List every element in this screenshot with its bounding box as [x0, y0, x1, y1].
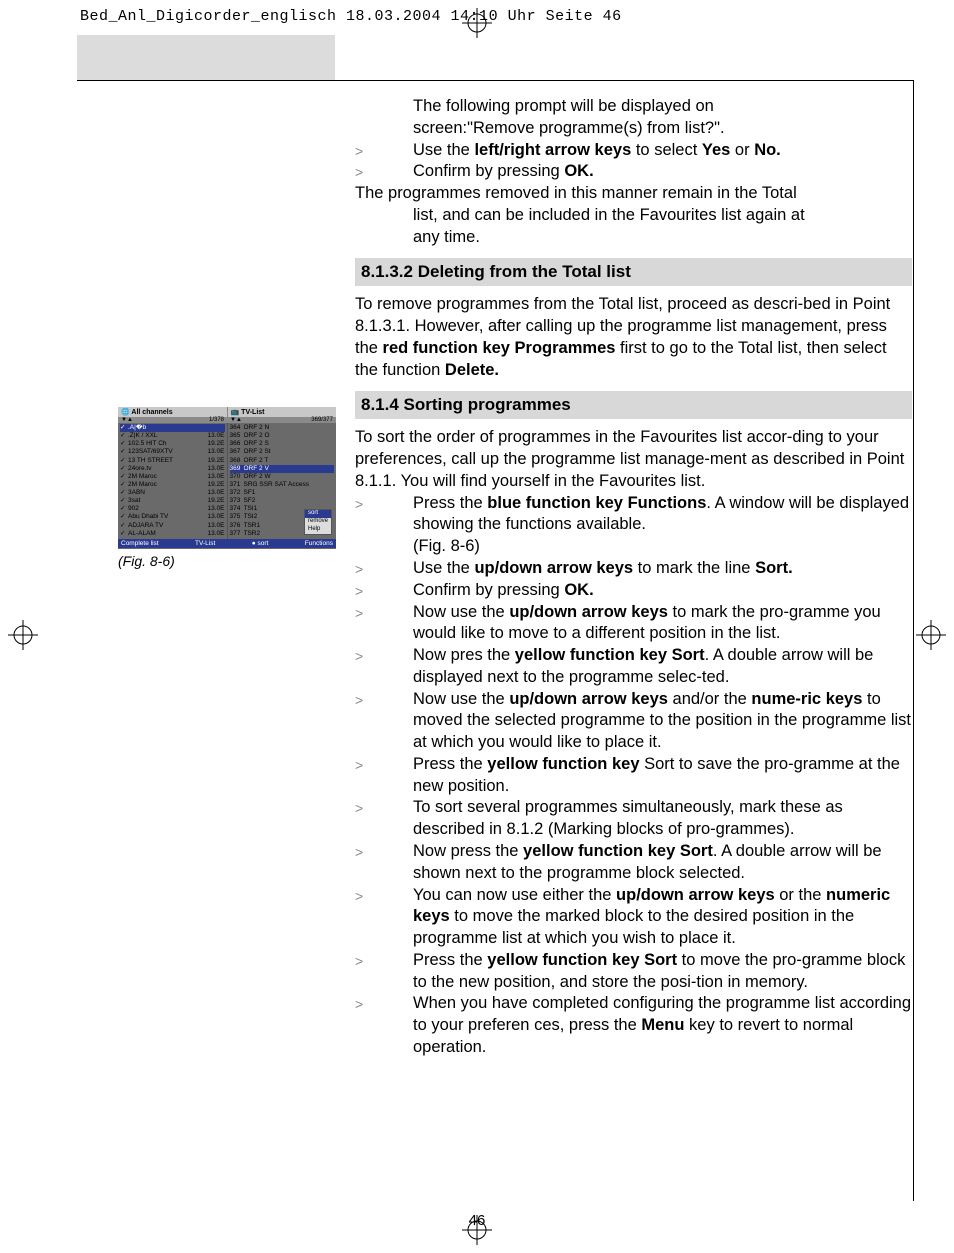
bullet-icon: >: [355, 841, 413, 885]
list-item: ✓102.5 HIT Ch19.2E: [120, 440, 225, 448]
bullet-icon: >: [355, 885, 413, 950]
list-item: ✓2M Maroc19.2E: [120, 481, 225, 489]
bullet-icon: >: [355, 689, 413, 754]
para-8132: To remove programmes from the Total list…: [355, 294, 912, 381]
bullet-icon: >: [355, 754, 413, 798]
list-item: ✓90213.0E: [120, 505, 225, 513]
osd-bottom-bar: Complete list TV-List ● sort Functions: [118, 539, 336, 548]
after-remove-note-3: any time.: [413, 227, 912, 249]
intro-line-2: screen:"Remove programme(s) from list?".: [413, 118, 912, 140]
crop-mark-left-icon: [8, 620, 38, 650]
list-item: ✓3ABN13.0E: [120, 489, 225, 497]
osd-title-right: 📺 TV-List: [227, 407, 337, 417]
list-item: 365ORF 2 O: [230, 432, 335, 440]
bullet-icon: >: [355, 797, 413, 841]
bullet-icon: >: [355, 645, 413, 689]
bullet-icon: >: [355, 558, 413, 580]
step-body: Now use the up/down arrow keys to mark t…: [413, 602, 912, 646]
list-item: ✓.A|�b: [120, 424, 225, 432]
list-item: 372SF1: [230, 489, 335, 497]
popup-item-sort: sort: [305, 510, 331, 518]
figure-caption: (Fig. 8-6): [118, 553, 336, 569]
list-item: 367ORF 2 St: [230, 448, 335, 456]
osd-title-left: 🌐 All channels: [118, 407, 227, 417]
crop-mark-bottom-icon: [462, 1215, 492, 1245]
step-body: Use the up/down arrow keys to mark the l…: [413, 558, 912, 580]
para-814-intro: To sort the order of programmes in the F…: [355, 427, 912, 492]
list-item: ✓3sat19.2E: [120, 497, 225, 505]
step-body: Press the blue function key Functions. A…: [413, 493, 912, 558]
step-confirm-ok: > Confirm by pressing OK.: [355, 161, 912, 183]
list-item: ✓Abu Dhabi TV13.0E: [120, 513, 225, 521]
list-item: 373SF2: [230, 497, 335, 505]
intro-line-1: The following prompt will be displayed o…: [413, 96, 912, 118]
list-item: 369ORF 2 V: [230, 465, 335, 473]
outer-rule: [913, 80, 914, 1201]
step-body: When you have completed configuring the …: [413, 993, 912, 1058]
heading-8132: 8.1.3.2 Deleting from the Total list: [355, 258, 912, 286]
step-body: Now press the yellow function key Sort. …: [413, 841, 912, 885]
step-body: Press the yellow function key Sort to mo…: [413, 950, 912, 994]
after-remove-note: The programmes removed in this manner re…: [355, 183, 912, 205]
list-item: 368ORF 2 T: [230, 457, 335, 465]
popup-item-remove: remove: [305, 518, 331, 526]
list-item: ✓2M Maroc13.0E: [120, 473, 225, 481]
step-body: Press the yellow function key Sort to sa…: [413, 754, 912, 798]
crop-mark-top-icon: [462, 8, 492, 38]
step-814-9: >You can now use either the up/down arro…: [355, 885, 912, 950]
bullet-icon: >: [355, 161, 413, 183]
top-rule: [77, 80, 914, 81]
bullet-icon: >: [355, 602, 413, 646]
step-814-7: >To sort several programmes simultaneous…: [355, 797, 912, 841]
bullet-icon: >: [355, 580, 413, 602]
heading-814: 8.1.4 Sorting programmes: [355, 391, 912, 419]
step-814-2: >Confirm by pressing OK.: [355, 580, 912, 602]
list-item: ✓24ore.tv13.0E: [120, 465, 225, 473]
step-814-6: >Press the yellow function key Sort to s…: [355, 754, 912, 798]
step-body: To sort several programmes simultaneousl…: [413, 797, 912, 841]
list-item: 370ORF 2 W: [230, 473, 335, 481]
bullet-icon: >: [355, 950, 413, 994]
main-content: The following prompt will be displayed o…: [355, 96, 912, 1059]
list-item: 364ORF 2 N: [230, 424, 335, 432]
steps-814-list: >Press the blue function key Functions. …: [355, 493, 912, 1059]
step-814-4: >Now pres the yellow function key Sort. …: [355, 645, 912, 689]
step-yesno: > Use the left/right arrow keys to selec…: [355, 140, 912, 162]
popup-item-help: Help: [305, 526, 331, 534]
step-814-10: >Press the yellow function key Sort to m…: [355, 950, 912, 994]
print-header: Bed_Anl_Digicorder_englisch 18.03.2004 1…: [80, 8, 622, 25]
list-item: ✓.Z|K / XXL13.0E: [120, 432, 225, 440]
list-item: ✓13 TH STREET19.2E: [120, 457, 225, 465]
osd-popup: sort remove Help: [304, 509, 332, 534]
step-814-3: >Now use the up/down arrow keys to mark …: [355, 602, 912, 646]
step-body: Now pres the yellow function key Sort. A…: [413, 645, 912, 689]
crop-mark-right-icon: [916, 620, 946, 650]
step-814-1: >Use the up/down arrow keys to mark the …: [355, 558, 912, 580]
step-814-0: >Press the blue function key Functions. …: [355, 493, 912, 558]
after-remove-note-2: list, and can be included in the Favouri…: [413, 205, 912, 227]
step-814-5: >Now use the up/down arrow keys and/or t…: [355, 689, 912, 754]
page: Bed_Anl_Digicorder_englisch 18.03.2004 1…: [0, 0, 954, 1253]
step-body: Now use the up/down arrow keys and/or th…: [413, 689, 912, 754]
step-814-11: >When you have completed configuring the…: [355, 993, 912, 1058]
bullet-icon: >: [355, 493, 413, 558]
osd-screenshot: 🌐 All channels 📺 TV-List ▼▲1/378 ▼▲369/3…: [118, 407, 336, 549]
bullet-icon: >: [355, 993, 413, 1058]
margin-grey-box: [77, 35, 335, 80]
figure-8-6: 🌐 All channels 📺 TV-List ▼▲1/378 ▼▲369/3…: [118, 407, 336, 569]
step-814-8: >Now press the yellow function key Sort.…: [355, 841, 912, 885]
list-item: ✓ADJARA TV13.0E: [120, 522, 225, 530]
osd-left-list: ✓.A|�b✓.Z|K / XXL13.0E✓102.5 HIT Ch19.2E…: [118, 423, 228, 539]
step-body: You can now use either the up/down arrow…: [413, 885, 912, 950]
list-item: 371SRG SSR SAT Access: [230, 481, 335, 489]
step-body: Confirm by pressing OK.: [413, 580, 912, 602]
list-item: ✓123SAT/69XTV13.0E: [120, 448, 225, 456]
list-item: ✓AL-ALAM13.0E: [120, 530, 225, 538]
bullet-icon: >: [355, 140, 413, 162]
list-item: 366ORF 2 S: [230, 440, 335, 448]
